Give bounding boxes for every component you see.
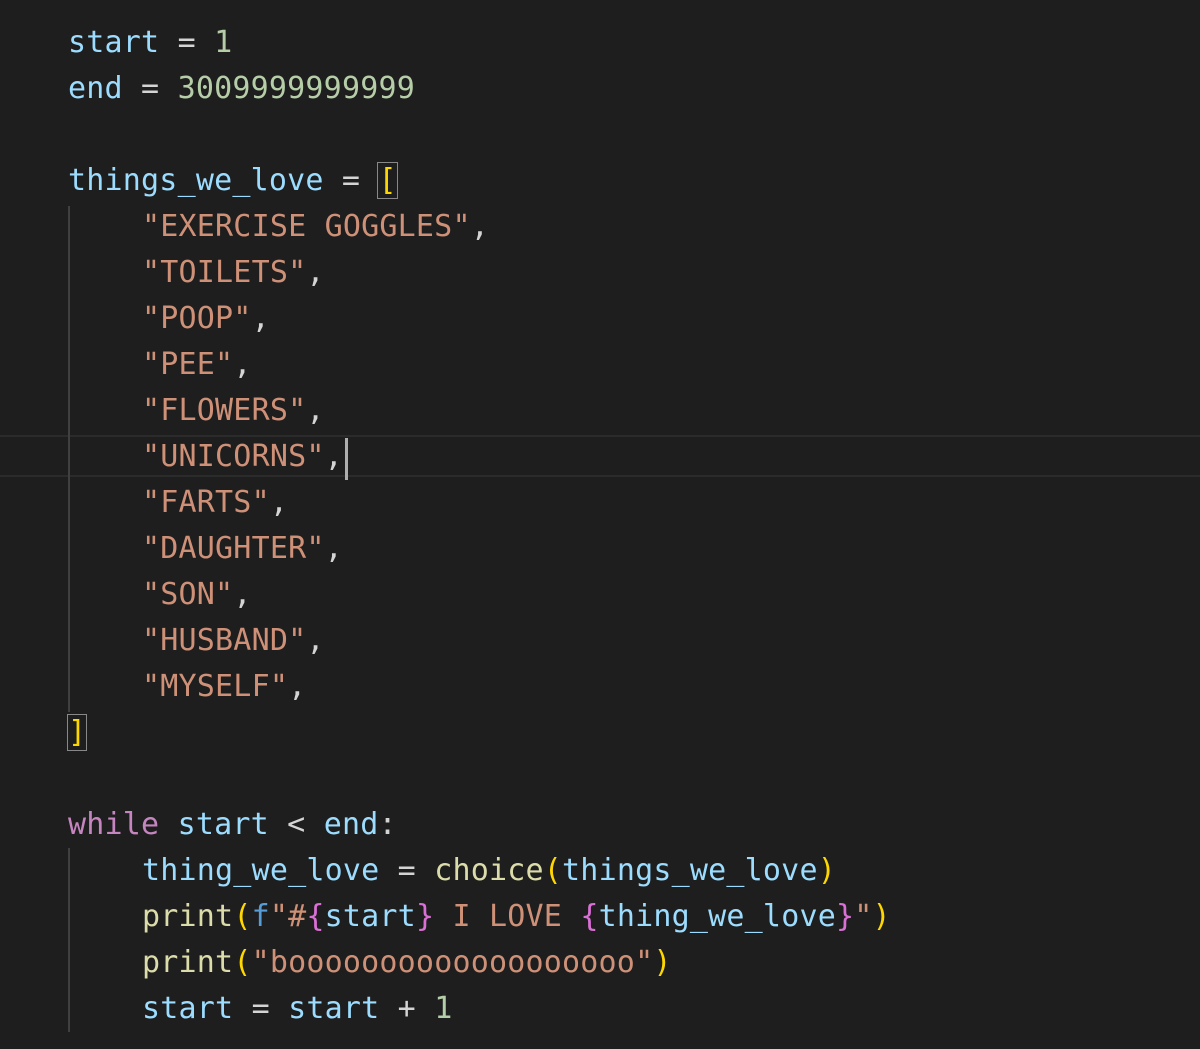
indent-guide [68,848,70,1032]
open-brace: { [580,899,599,934]
string-literal: "UNICORNS" [142,439,325,474]
code-line[interactable]: "UNICORNS", [142,434,343,480]
variable-start: start [324,899,416,934]
operator: = [379,853,435,888]
code-line[interactable]: "SON", [142,572,252,618]
close-paren: ) [817,853,836,888]
code-line[interactable]: print("booooooooooooooooooo") [142,940,672,986]
code-line[interactable]: start = start + 1 [142,986,452,1032]
code-line[interactable]: "FARTS", [142,480,288,526]
variable-start: start [142,991,234,1026]
code-line[interactable]: while start < end: [68,802,397,848]
number-literal: 3009999999999 [177,71,415,106]
variable-things-we-love: things_we_love [562,853,818,888]
variable-thing-we-love: thing_we_love [598,899,836,934]
open-bracket: [ [377,162,398,199]
string-literal: "FARTS" [142,485,270,520]
operator: < [268,807,324,842]
close-paren: ) [872,899,891,934]
number-literal: 1 [214,25,233,60]
comma: , [306,393,325,428]
string-literal: "HUSBAND" [142,623,307,658]
function-print: print [142,945,234,980]
comma: , [470,209,489,244]
operator: = [122,71,178,106]
comma: , [269,485,289,520]
comma: , [306,255,325,290]
variable-end: end [323,807,379,842]
fstring-prefix: f [251,899,270,934]
colon: : [378,807,397,842]
number-literal: 1 [434,991,453,1026]
comma: , [306,623,325,658]
code-line[interactable]: end = 3009999999999 [68,66,415,112]
string-literal: "MYSELF" [142,669,289,704]
string-literal: " [854,899,873,934]
string-literal: "POOP" [142,301,252,336]
code-line[interactable]: print(f"#{start} I LOVE {thing_we_love}"… [142,894,891,940]
code-line[interactable]: start = 1 [68,20,232,66]
code-line[interactable]: "MYSELF", [142,664,306,710]
close-brace: } [415,899,435,934]
code-line[interactable]: "FLOWERS", [142,388,325,434]
function-choice: choice [434,853,544,888]
indent-guide [68,206,70,712]
string-literal: "EXERCISE GOGGLES" [142,209,471,244]
variable-things-we-love: things_we_love [68,163,324,198]
code-line[interactable]: "DAUGHTER", [142,526,343,572]
open-paren: ( [543,853,563,888]
variable-start: start [68,25,160,60]
open-paren: ( [233,945,252,980]
comma: , [233,347,252,382]
comma: , [324,439,343,474]
open-brace: { [306,899,325,934]
code-editor[interactable]: start = 1 end = 3009999999999 things_we_… [0,0,1200,1049]
variable-end: end [68,71,123,106]
operator: = [233,991,289,1026]
text-cursor [345,438,348,480]
keyword-while: while [68,807,160,842]
operator: + [379,991,435,1026]
code-line[interactable]: "PEE", [142,342,252,388]
comma: , [324,531,343,566]
comma: , [233,577,252,612]
open-paren: ( [233,899,252,934]
close-bracket: ] [66,714,88,751]
string-literal: I LOVE [434,899,581,934]
string-literal: "DAUGHTER" [142,531,325,566]
string-literal: "SON" [142,577,234,612]
code-line[interactable]: things_we_love = [ [68,158,398,204]
variable-start: start [288,991,380,1026]
close-paren: ) [653,945,672,980]
operator: = [159,25,215,60]
code-line[interactable]: ] [66,710,88,756]
code-line[interactable]: "EXERCISE GOGGLES", [142,204,489,250]
code-line[interactable]: "POOP", [142,296,270,342]
comma: , [251,301,270,336]
comma: , [288,669,307,704]
code-line[interactable]: "TOILETS", [142,250,325,296]
variable-thing-we-love: thing_we_love [142,853,380,888]
string-literal: "PEE" [142,347,234,382]
code-line[interactable]: "HUSBAND", [142,618,325,664]
function-print: print [142,899,234,934]
variable-start: start [177,807,269,842]
string-literal: "FLOWERS" [142,393,307,428]
string-literal: "# [269,899,307,934]
string-literal: "TOILETS" [142,255,307,290]
string-literal: "booooooooooooooooooo" [251,945,654,980]
code-line[interactable]: thing_we_love = choice(things_we_love) [142,848,836,894]
operator: = [323,163,379,198]
close-brace: } [835,899,855,934]
